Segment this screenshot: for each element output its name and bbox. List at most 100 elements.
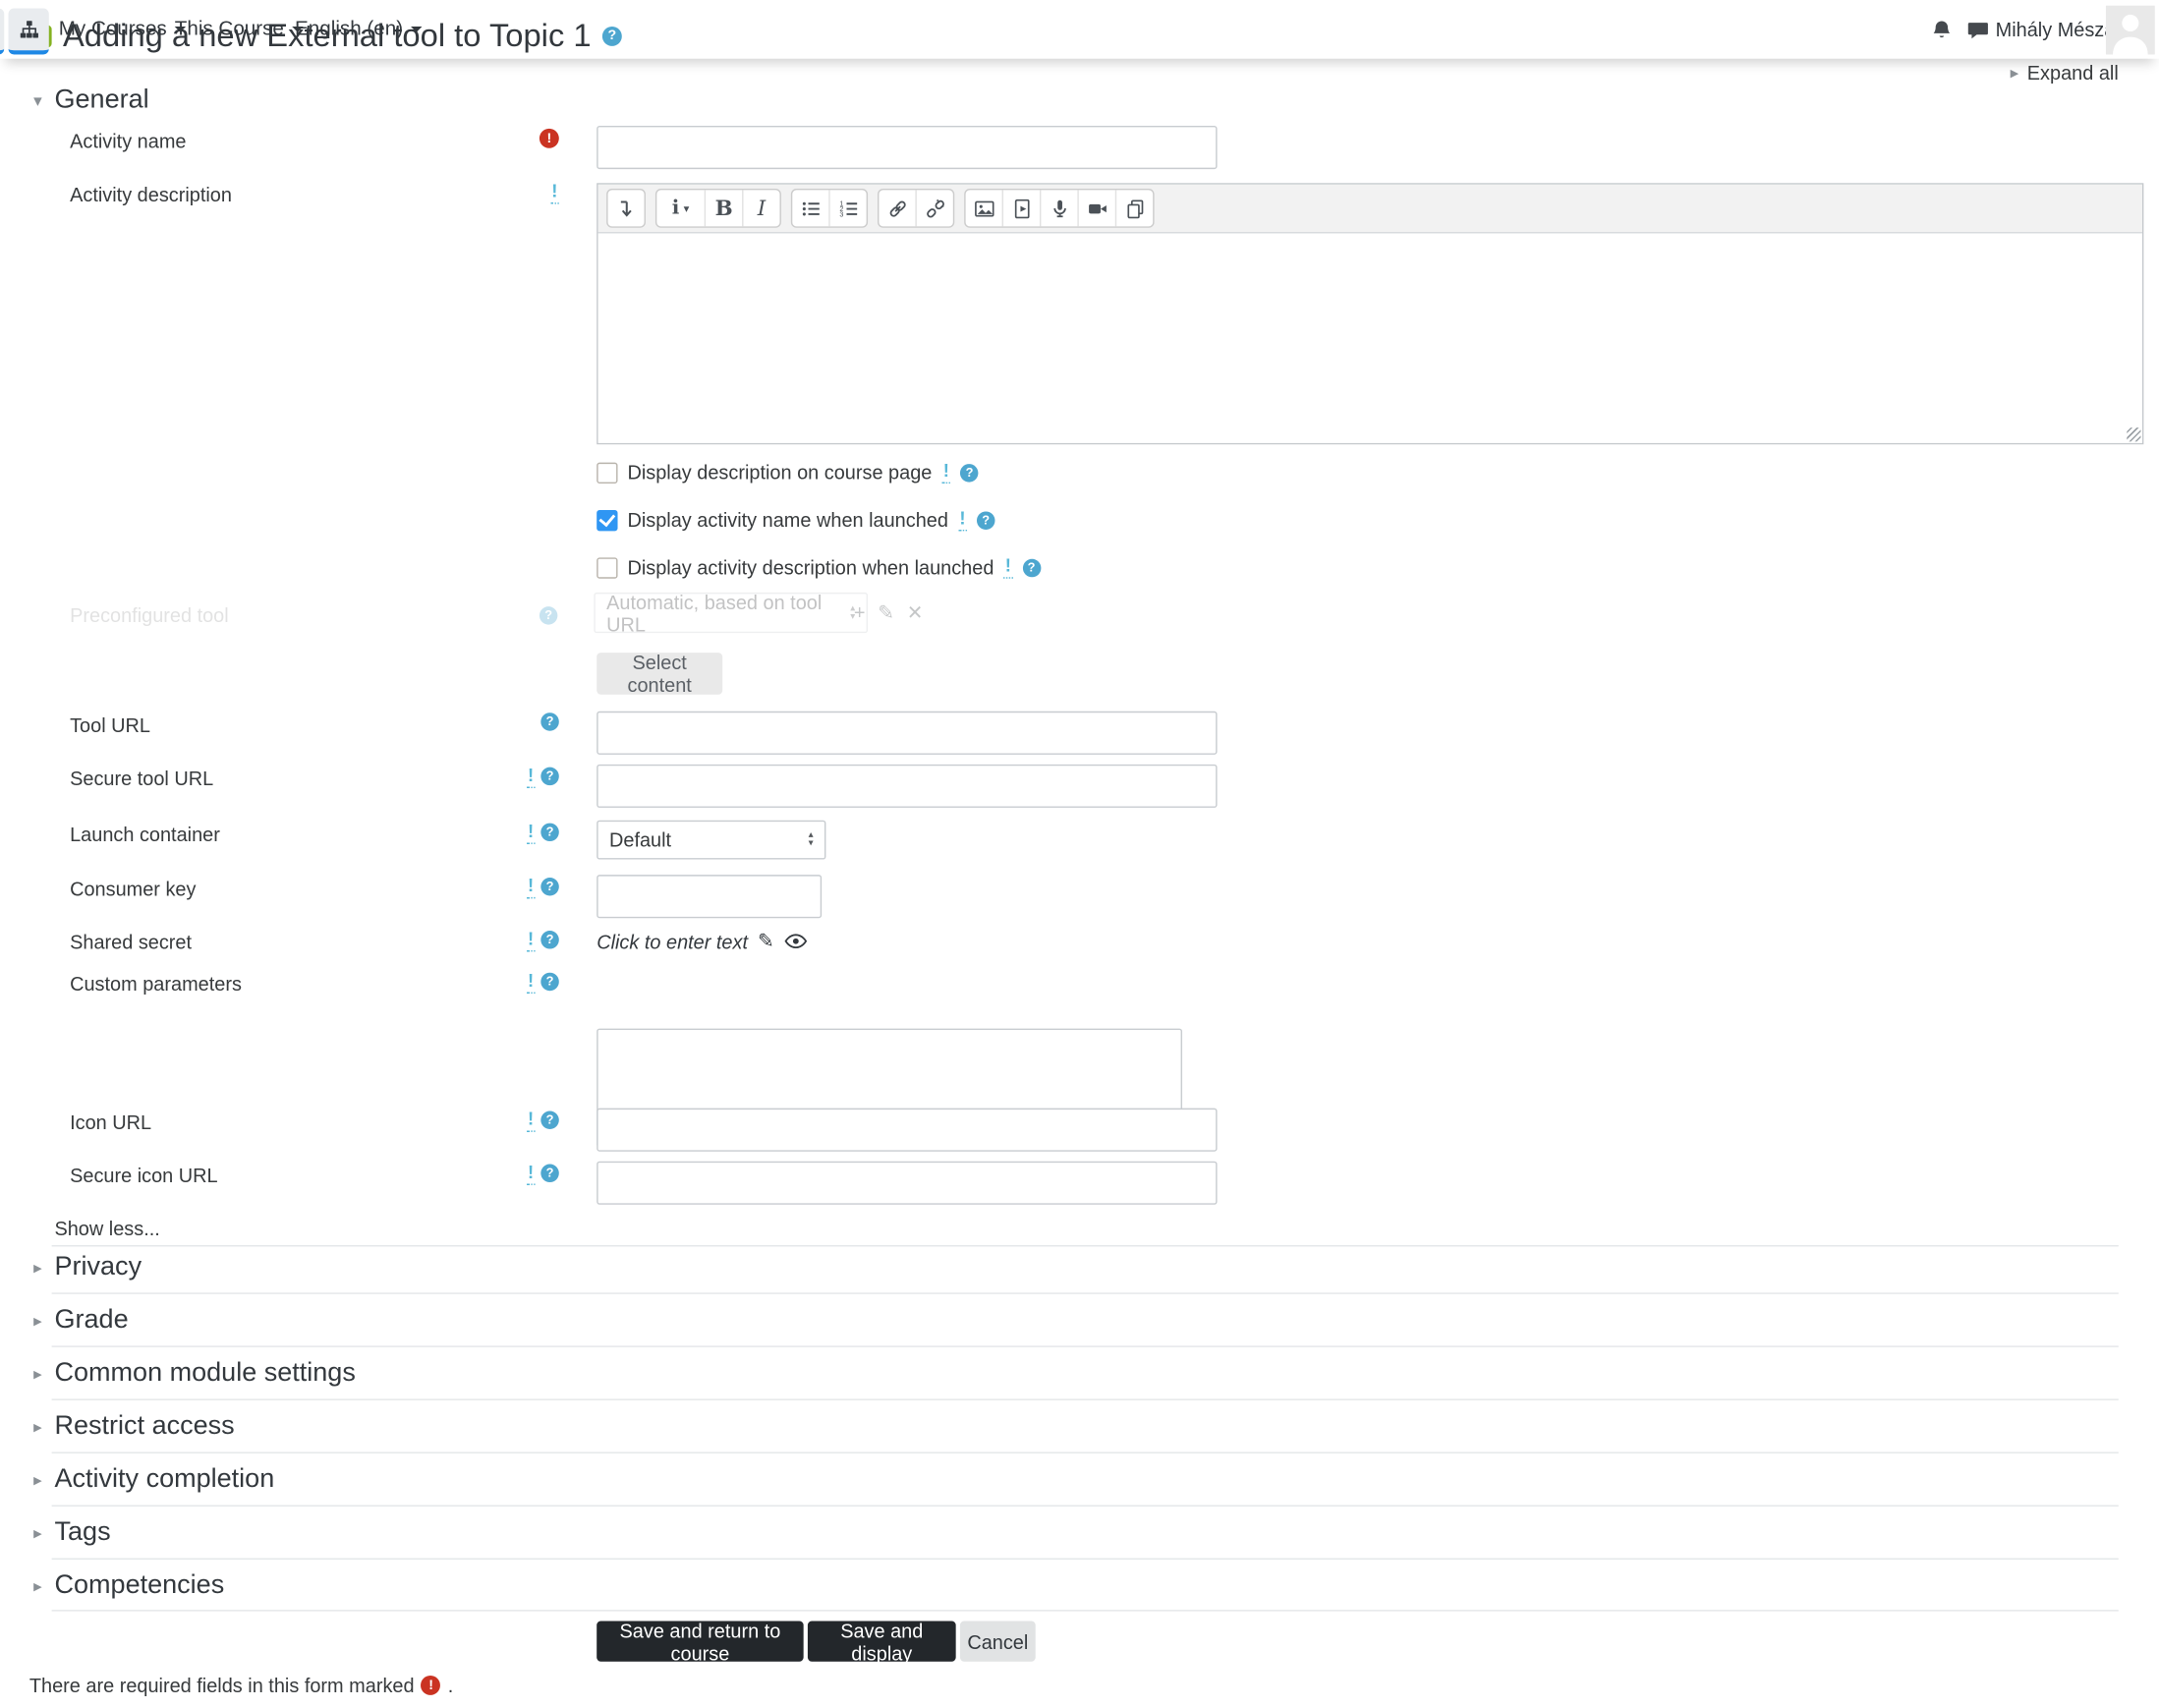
collapsed-triangle-icon: ▸ — [33, 1576, 42, 1596]
divider — [51, 1245, 2119, 1247]
advanced-mark-icon: ! — [941, 460, 951, 484]
display-activity-name-row: Display activity name when launched ! ? — [597, 507, 995, 532]
section-general-label: General — [54, 85, 149, 115]
avatar[interactable] — [2105, 5, 2155, 55]
preconfigured-tool-select[interactable]: Automatic, based on tool URL ▴ ▾ — [594, 591, 869, 635]
image-icon[interactable] — [966, 190, 1004, 227]
expand-all-link[interactable]: ▸ Expand all — [2011, 62, 2119, 85]
help-icon[interactable]: ? — [601, 26, 622, 46]
help-icon[interactable]: ? — [540, 824, 559, 842]
record-audio-icon[interactable] — [1041, 190, 1079, 227]
advanced-mark-icon: ! — [526, 1162, 536, 1185]
advanced-mark-icon: ! — [526, 821, 536, 844]
advanced-mark-icon: ! — [526, 970, 536, 994]
shared-secret-field[interactable]: Click to enter text ✎ — [597, 930, 808, 953]
display-activity-name-checkbox[interactable] — [597, 509, 618, 531]
collapse-toolbar-icon[interactable] — [608, 190, 645, 226]
advanced-mark-icon: ! — [526, 928, 536, 952]
help-icon[interactable]: ? — [540, 1165, 559, 1183]
advanced-mark-icon: ! — [1003, 555, 1013, 579]
icon-url-input[interactable] — [597, 1108, 1218, 1152]
required-icon: ! — [421, 1675, 441, 1695]
activity-name-label: Activity name — [70, 130, 187, 152]
shared-secret-label: Shared secret — [70, 931, 193, 953]
custom-parameters-label: Custom parameters — [70, 972, 242, 996]
consumer-key-label: Consumer key — [70, 878, 197, 900]
section-competencies[interactable]: ▸ Competencies — [33, 1570, 224, 1601]
bold-icon[interactable]: B — [706, 190, 744, 227]
launch-container-select[interactable]: Default ▴ ▾ — [597, 820, 826, 860]
expand-all-triangle-icon: ▸ — [2010, 62, 2019, 83]
eye-icon[interactable] — [784, 932, 808, 949]
select-arrows-icon: ▴ ▾ — [808, 829, 814, 849]
unlink-icon[interactable] — [917, 190, 953, 226]
collapsed-triangle-icon: ▸ — [33, 1522, 42, 1543]
svg-text:3: 3 — [839, 210, 843, 218]
sitemap-icon — [20, 21, 38, 38]
top-navbar: My Courses This Course English (en) Mihá… — [0, 0, 2159, 59]
consumer-key-input[interactable] — [597, 875, 823, 919]
display-activity-name-label: Display activity name when launched — [627, 508, 948, 532]
tool-url-label: Tool URL — [70, 713, 150, 737]
help-icon[interactable]: ? — [960, 463, 979, 482]
ordered-list-icon[interactable]: 123 — [830, 190, 867, 226]
divider — [51, 1292, 2119, 1294]
sitemap-button[interactable] — [8, 8, 49, 55]
help-icon[interactable]: ? — [540, 931, 559, 950]
secure-icon-url-input[interactable] — [597, 1161, 1218, 1205]
divider — [51, 1558, 2119, 1560]
activity-description-editor[interactable]: i ▾ B I 123 — [597, 183, 2144, 445]
section-privacy[interactable]: ▸ Privacy — [33, 1252, 142, 1282]
divider — [51, 1610, 2119, 1612]
paragraph-style-icon[interactable]: i ▾ — [656, 190, 707, 227]
bell-icon[interactable] — [1930, 18, 1954, 45]
display-description-checkbox[interactable] — [597, 461, 618, 484]
cancel-button[interactable]: Cancel — [959, 1621, 1036, 1662]
secure-tool-url-input[interactable] — [597, 764, 1218, 808]
nav-partial-button[interactable] — [0, 8, 5, 55]
launch-container-label: Launch container — [70, 823, 220, 846]
activity-name-input[interactable] — [597, 125, 1218, 170]
section-general[interactable]: ▾ General — [33, 85, 149, 116]
display-description-row: Display description on course page ! ? — [597, 460, 979, 484]
section-grade[interactable]: ▸ Grade — [33, 1305, 128, 1336]
nav-language[interactable]: English (en) — [295, 0, 423, 59]
unordered-list-icon[interactable] — [792, 190, 830, 227]
edit-tool-icon[interactable]: ✎ — [878, 600, 894, 624]
messages-icon[interactable] — [1966, 18, 1990, 45]
nav-this-course[interactable]: This Course — [175, 0, 304, 59]
tool-url-input[interactable] — [597, 711, 1218, 755]
required-fields-note: There are required fields in this form m… — [28, 1674, 454, 1697]
section-tags[interactable]: ▸ Tags — [33, 1517, 110, 1548]
advanced-mark-icon: ! — [526, 765, 536, 788]
manage-files-icon[interactable] — [1116, 190, 1153, 226]
help-icon[interactable]: ? — [976, 510, 995, 530]
nav-my-courses[interactable]: My Courses — [59, 0, 187, 59]
add-tool-icon[interactable]: + — [854, 600, 866, 624]
help-icon[interactable]: ? — [540, 768, 559, 786]
editor-content-area[interactable] — [597, 233, 2142, 443]
save-and-display-button[interactable]: Save and display — [807, 1619, 956, 1664]
help-icon[interactable]: ? — [1022, 558, 1041, 577]
delete-tool-icon[interactable]: ✕ — [907, 600, 924, 624]
italic-icon[interactable]: I — [744, 190, 780, 226]
secure-icon-url-label: Secure icon URL — [70, 1164, 218, 1187]
record-video-icon[interactable] — [1079, 190, 1117, 227]
link-icon[interactable] — [879, 190, 917, 227]
collapsed-triangle-icon: ▸ — [33, 1310, 42, 1331]
help-icon[interactable]: ? — [540, 1111, 559, 1130]
resize-handle[interactable] — [2127, 427, 2141, 442]
help-icon[interactable]: ? — [540, 973, 559, 992]
show-less-link[interactable]: Show less... — [54, 1218, 159, 1240]
help-icon[interactable]: ? — [540, 878, 559, 897]
select-content-button[interactable]: Select content — [597, 652, 723, 696]
save-and-return-button[interactable]: Save and return to course — [597, 1619, 804, 1664]
required-icon: ! — [539, 128, 559, 148]
media-icon[interactable] — [1003, 190, 1042, 227]
display-activity-description-checkbox[interactable] — [597, 556, 618, 579]
section-activity-completion[interactable]: ▸ Activity completion — [33, 1464, 274, 1495]
section-common-module-settings[interactable]: ▸ Common module settings — [33, 1358, 356, 1389]
section-restrict-access[interactable]: ▸ Restrict access — [33, 1411, 235, 1442]
help-icon[interactable]: ? — [540, 712, 559, 731]
pencil-icon[interactable]: ✎ — [758, 930, 774, 953]
